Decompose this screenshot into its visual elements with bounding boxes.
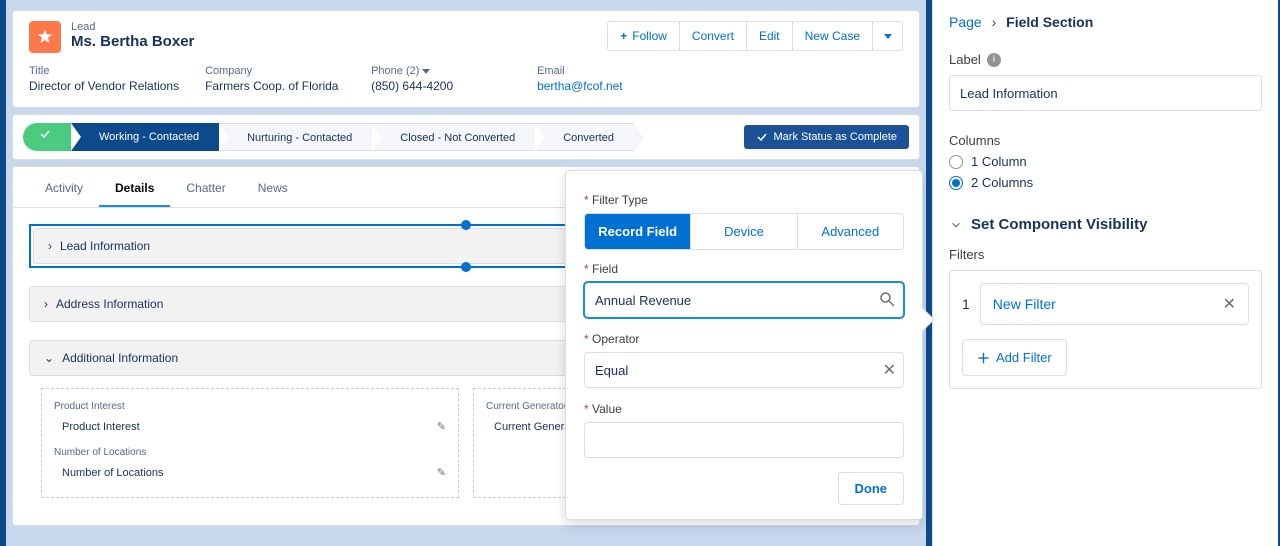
breadcrumb: Page › Field Section <box>949 14 1262 30</box>
path-stage-working[interactable]: Working - Contacted <box>71 123 219 151</box>
fld-label-product-interest: Product Interest <box>54 397 446 416</box>
breadcrumb-current: Field Section <box>1006 14 1093 30</box>
more-actions-button[interactable] <box>873 21 903 51</box>
highlight-fields: Title Director of Vendor Relations Compa… <box>13 53 919 107</box>
label-field-label: Label i <box>949 52 1262 67</box>
tab-chatter[interactable]: Chatter <box>170 171 241 207</box>
clear-icon[interactable]: ✕ <box>883 360 896 380</box>
info-icon[interactable]: i <box>987 53 1001 67</box>
convert-button[interactable]: Convert <box>680 21 747 51</box>
tab-details[interactable]: Details <box>99 171 170 207</box>
path-stage-converted[interactable]: Converted <box>535 123 634 151</box>
path-component: Working - Contacted Nurturing - Contacte… <box>12 114 920 160</box>
properties-panel: Page › Field Section Label i Columns 1 C… <box>932 0 1278 546</box>
value-input[interactable] <box>584 422 904 458</box>
filters-container: 1 New Filter ✕ ＋ Add Filter <box>949 270 1262 389</box>
record-type-label: Lead <box>71 21 194 33</box>
field-value-phone: (850) 644-4200 <box>371 79 511 93</box>
new-case-button[interactable]: New Case <box>793 21 873 51</box>
component-visibility-toggle[interactable]: Set Component Visibility <box>949 216 1262 233</box>
chevron-down-icon: ⌄ <box>44 351 54 365</box>
filter-popover: * Filter Type Record Field Device Advanc… <box>565 170 923 520</box>
field-value-title: Director of Vendor Relations <box>29 79 179 93</box>
chevron-right-icon: › <box>44 297 48 311</box>
field-label: * Field <box>584 262 904 276</box>
follow-button[interactable]: + Follow <box>607 21 680 51</box>
seg-advanced[interactable]: Advanced <box>797 214 903 249</box>
chevron-right-icon: › <box>48 239 52 253</box>
tab-activity[interactable]: Activity <box>29 171 99 207</box>
add-filter-button[interactable]: ＋ Add Filter <box>962 339 1067 376</box>
fld-label-locations: Number of Locations <box>54 443 446 462</box>
field-value-email[interactable]: bertha@fcof.net <box>537 79 677 93</box>
edit-pencil-icon[interactable]: ✎ <box>437 466 446 479</box>
lead-icon <box>29 21 61 53</box>
operator-select[interactable] <box>584 352 904 388</box>
field-label-phone: Phone (2) <box>371 65 511 77</box>
remove-filter-icon[interactable]: ✕ <box>1223 294 1236 314</box>
edit-pencil-icon[interactable]: ✎ <box>437 420 446 433</box>
breadcrumb-page-link[interactable]: Page <box>949 14 982 30</box>
seg-device[interactable]: Device <box>690 214 796 249</box>
record-name: Ms. Bertha Boxer <box>71 33 194 50</box>
field-label-company: Company <box>205 65 345 77</box>
radio-2-columns[interactable]: 2 Columns <box>949 175 1262 190</box>
fld-value-product-interest: Product Interest <box>62 421 140 433</box>
field-value-company: Farmers Coop. of Florida <box>205 79 345 93</box>
filter-chip[interactable]: New Filter ✕ <box>980 283 1249 325</box>
columns-field-label: Columns <box>949 133 1262 148</box>
edit-button[interactable]: Edit <box>747 21 793 51</box>
fld-value-locations: Number of Locations <box>62 467 164 479</box>
path-stage-complete[interactable] <box>23 123 71 151</box>
field-label-title: Title <box>29 65 179 77</box>
path-stage-closed[interactable]: Closed - Not Converted <box>372 123 535 151</box>
tab-news[interactable]: News <box>242 171 304 207</box>
done-button[interactable]: Done <box>838 472 905 505</box>
filter-index: 1 <box>962 296 970 312</box>
value-label: * Value <box>584 402 904 416</box>
path-stage-nurturing[interactable]: Nurturing - Contacted <box>219 123 372 151</box>
field-group-left: Product Interest Product Interest ✎ Numb… <box>41 388 459 498</box>
field-label-email: Email <box>537 65 677 77</box>
section-label-input[interactable] <box>949 75 1262 111</box>
section-title-lead-info: Lead Information <box>60 239 150 253</box>
plus-icon: ＋ <box>977 348 990 367</box>
radio-1-column[interactable]: 1 Column <box>949 154 1262 169</box>
seg-record-field[interactable]: Record Field <box>585 214 690 249</box>
mark-complete-button[interactable]: Mark Status as Complete <box>744 125 910 149</box>
field-search-input[interactable] <box>584 282 904 318</box>
filter-type-label: * Filter Type <box>584 193 904 207</box>
operator-label: * Operator <box>584 332 904 346</box>
record-header: Lead Ms. Bertha Boxer + Follow Convert E… <box>12 10 920 108</box>
filters-label: Filters <box>949 247 1262 262</box>
search-icon[interactable] <box>878 290 896 313</box>
